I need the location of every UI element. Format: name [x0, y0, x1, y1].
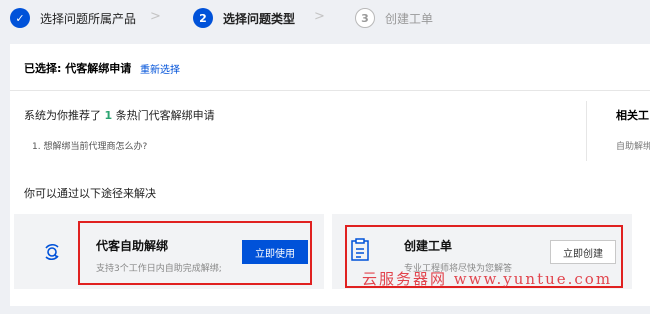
recommend-suffix: 条热门代客解绑申请 — [115, 109, 215, 122]
selected-type: 已选择: 代客解绑申请 — [24, 62, 132, 75]
paths-title: 你可以通过以下途径来解决 — [24, 187, 156, 200]
chevron-right-icon: > — [314, 9, 325, 24]
chevron-right-icon: > — [150, 9, 161, 24]
recommend-prefix: 系统为你推荐了 — [24, 109, 101, 122]
self-unbind-card: 代客自助解绑 支持3个工作日内自助完成解绑; 立即使用 — [14, 214, 324, 289]
divider — [586, 101, 587, 161]
recommend-title: 系统为你推荐了 1 条热门代客解绑申请 — [24, 107, 215, 123]
main-panel: 已选择: 代客解绑申请 重新选择 系统为你推荐了 1 条热门代客解绑申请 1. … — [10, 44, 650, 306]
recommend-item[interactable]: 1. 想解绑当前代理商怎么办? — [32, 139, 147, 152]
step-bar: ✓ 选择问题所属产品 > 2 选择问题类型 > 3 创建工单 — [0, 0, 650, 36]
card-title: 代客自助解绑 — [96, 239, 169, 253]
step-2-label: 选择问题类型 — [223, 11, 296, 26]
check-icon: ✓ — [10, 8, 30, 28]
step-1: ✓ 选择问题所属产品 — [10, 8, 136, 28]
ticket-icon — [350, 238, 370, 262]
related-link[interactable]: 自助解绑 — [616, 139, 650, 152]
step-1-label: 选择问题所属产品 — [40, 11, 137, 26]
use-now-button[interactable]: 立即使用 — [242, 240, 308, 264]
related-title: 相关工 — [616, 109, 649, 122]
step-3-label: 创建工单 — [385, 11, 434, 26]
search-refresh-icon — [40, 240, 64, 264]
step-3-number: 3 — [355, 8, 375, 28]
create-now-button[interactable]: 立即创建 — [550, 240, 616, 264]
card-desc: 支持3个工作日内自助完成解绑; — [96, 264, 222, 274]
step-2-number: 2 — [193, 8, 213, 28]
card-title: 创建工单 — [404, 239, 453, 253]
watermark: 云服务器网 www.yuntue.com — [362, 270, 613, 288]
selected-row: 已选择: 代客解绑申请 重新选择 — [10, 44, 650, 91]
reselect-link[interactable]: 重新选择 — [140, 61, 180, 76]
recommend-count: 1 — [104, 109, 113, 122]
step-3: 3 创建工单 — [355, 8, 433, 28]
step-2: 2 选择问题类型 — [193, 8, 295, 28]
